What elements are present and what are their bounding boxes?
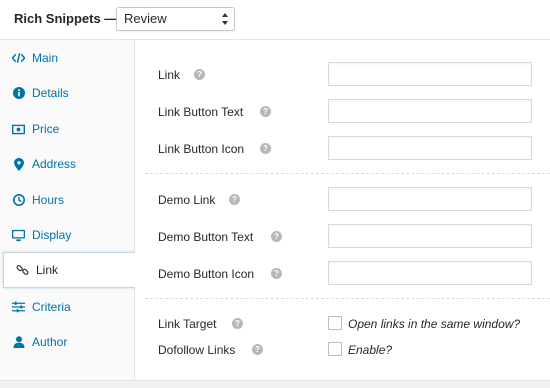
sidebar-item-label: Hours xyxy=(32,193,65,207)
dofollow-links-label: Dofollow Links xyxy=(158,343,236,357)
demo-button-text-label: Demo Button Text xyxy=(158,230,254,244)
field-row-demo-link: Demo Link ? xyxy=(135,182,550,218)
help-icon[interactable]: ? xyxy=(252,344,263,355)
link-button-text-label: Link Button Text xyxy=(158,105,244,119)
help-icon[interactable]: ? xyxy=(229,194,240,205)
link-target-label: Link Target xyxy=(158,317,217,331)
money-icon xyxy=(12,123,25,136)
sidebar-item-display[interactable]: Display xyxy=(0,217,135,253)
help-icon[interactable]: ? xyxy=(232,318,243,329)
field-row-dofollow-links: Dofollow Links ? Enable? xyxy=(135,332,550,368)
field-row-demo-button-text: Demo Button Text ? xyxy=(135,219,550,255)
demo-button-icon-input[interactable] xyxy=(328,261,532,285)
sidebar-nav: Main Details Price Address Hours Display xyxy=(0,40,135,380)
link-button-text-input[interactable] xyxy=(328,99,532,123)
section-divider xyxy=(145,298,550,299)
location-pin-icon xyxy=(12,157,25,171)
sidebar-item-label: Link xyxy=(36,263,59,277)
sidebar-item-label: Address xyxy=(32,157,77,171)
demo-button-icon-label: Demo Button Icon xyxy=(158,267,255,281)
code-icon xyxy=(12,52,25,65)
sidebar-item-link[interactable]: Link xyxy=(3,252,135,288)
section-divider xyxy=(145,173,550,174)
sidebar-item-price[interactable]: Price xyxy=(0,111,135,147)
link-input[interactable] xyxy=(328,62,532,86)
help-icon[interactable]: ? xyxy=(271,231,282,242)
help-icon[interactable]: ? xyxy=(260,106,271,117)
sliders-icon xyxy=(12,301,25,314)
metabox-header: Rich Snippets — Review xyxy=(0,0,550,40)
link-label: Link xyxy=(158,68,181,82)
field-row-link-button-text: Link Button Text ? xyxy=(135,94,550,130)
snippet-type-value: Review xyxy=(124,11,167,26)
sidebar-item-label: Criteria xyxy=(32,300,71,314)
help-icon[interactable]: ? xyxy=(194,69,205,80)
help-icon[interactable]: ? xyxy=(271,268,282,279)
demo-button-text-input[interactable] xyxy=(328,224,532,248)
sidebar-item-criteria[interactable]: Criteria xyxy=(0,289,135,325)
sidebar-item-label: Details xyxy=(32,86,69,100)
metabox-footer xyxy=(0,380,550,388)
link-icon xyxy=(16,264,29,277)
field-row-link-button-icon: Link Button Icon ? xyxy=(135,131,550,167)
sidebar-item-details[interactable]: Details xyxy=(0,75,135,111)
info-icon xyxy=(12,87,25,100)
sidebar-item-label: Author xyxy=(32,335,68,349)
link-button-icon-label: Link Button Icon xyxy=(158,142,245,156)
field-row-link: Link ? xyxy=(135,57,550,93)
dofollow-links-option-label[interactable]: Enable? xyxy=(348,343,392,357)
sidebar-item-label: Main xyxy=(32,51,59,65)
link-target-checkbox[interactable] xyxy=(328,316,342,330)
sidebar-item-main[interactable]: Main xyxy=(0,40,135,76)
link-settings-panel: Link ? Link Button Text ? Link Button Ic… xyxy=(135,40,550,380)
select-arrows-icon xyxy=(222,13,228,25)
demo-link-input[interactable] xyxy=(328,187,532,211)
link-button-icon-input[interactable] xyxy=(328,136,532,160)
monitor-icon xyxy=(12,229,25,242)
help-icon[interactable]: ? xyxy=(260,143,271,154)
sidebar-item-address[interactable]: Address xyxy=(0,146,135,182)
link-target-option-label[interactable]: Open links in the same window? xyxy=(348,317,520,331)
sidebar-item-label: Price xyxy=(32,122,60,136)
clock-icon xyxy=(12,194,25,207)
demo-link-label: Demo Link xyxy=(158,193,216,207)
metabox-title: Rich Snippets — xyxy=(14,11,118,26)
dofollow-links-checkbox[interactable] xyxy=(328,342,342,356)
snippet-type-select[interactable]: Review xyxy=(116,7,235,31)
sidebar-item-hours[interactable]: Hours xyxy=(0,182,135,218)
sidebar-item-label: Display xyxy=(32,228,72,242)
sidebar-item-author[interactable]: Author xyxy=(0,324,135,360)
user-icon xyxy=(12,336,25,349)
field-row-demo-button-icon: Demo Button Icon ? xyxy=(135,256,550,292)
